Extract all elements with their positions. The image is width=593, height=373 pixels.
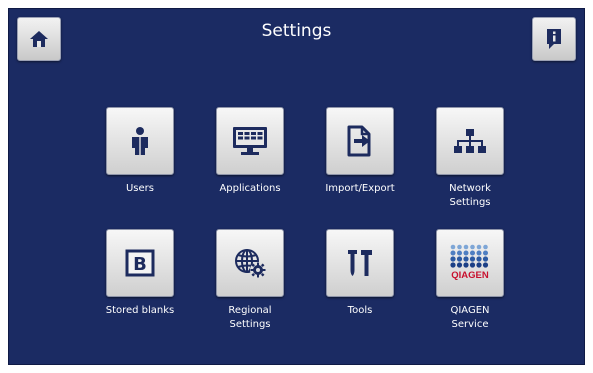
qiagen-service-tile[interactable]: QIAGEN QIAGEN Service	[425, 229, 515, 332]
tools-label: Tools	[347, 305, 373, 316]
stored-blanks-button[interactable]: B	[106, 229, 174, 297]
qiagen-service-button[interactable]: QIAGEN	[436, 229, 504, 297]
users-label: Users	[125, 183, 154, 194]
regional-settings-button[interactable]	[216, 229, 284, 297]
page-title: Settings	[261, 21, 332, 41]
qiagen-logo: QIAGEN	[447, 243, 493, 283]
settings-screen: Settings Users Applications Import/Expor…	[8, 8, 585, 365]
import-export-button[interactable]	[326, 107, 394, 175]
users-tile[interactable]: Users	[95, 107, 185, 196]
network-settings-label: Network Settings	[449, 183, 491, 208]
tools-tile[interactable]: Tools	[315, 229, 405, 318]
tools-icon	[346, 248, 374, 278]
user-icon	[127, 126, 153, 156]
import-export-label: Import/Export	[325, 183, 395, 194]
network-icon	[453, 128, 487, 154]
tools-button[interactable]	[326, 229, 394, 297]
import-export-tile[interactable]: Import/Export	[315, 107, 405, 196]
regional-settings-tile[interactable]: Regional Settings	[205, 229, 295, 332]
applications-label: Applications	[219, 183, 281, 194]
blank-icon: B	[125, 249, 155, 277]
globe-gear-icon	[233, 247, 267, 279]
network-settings-button[interactable]	[436, 107, 504, 175]
network-settings-tile[interactable]: Network Settings	[425, 107, 515, 210]
svg-text:QIAGEN: QIAGEN	[451, 270, 489, 281]
monitor-icon	[232, 126, 268, 156]
applications-button[interactable]	[216, 107, 284, 175]
users-button[interactable]	[106, 107, 174, 175]
stored-blanks-tile[interactable]: B Stored blanks	[95, 229, 185, 318]
info-icon	[545, 28, 563, 50]
regional-settings-label: Regional Settings	[228, 305, 272, 330]
file-export-icon	[346, 125, 374, 157]
qiagen-service-label: QIAGEN Service	[450, 305, 490, 330]
stored-blanks-label: Stored blanks	[105, 305, 175, 316]
svg-text:B: B	[133, 254, 147, 275]
info-button[interactable]	[532, 17, 576, 61]
applications-tile[interactable]: Applications	[205, 107, 295, 196]
